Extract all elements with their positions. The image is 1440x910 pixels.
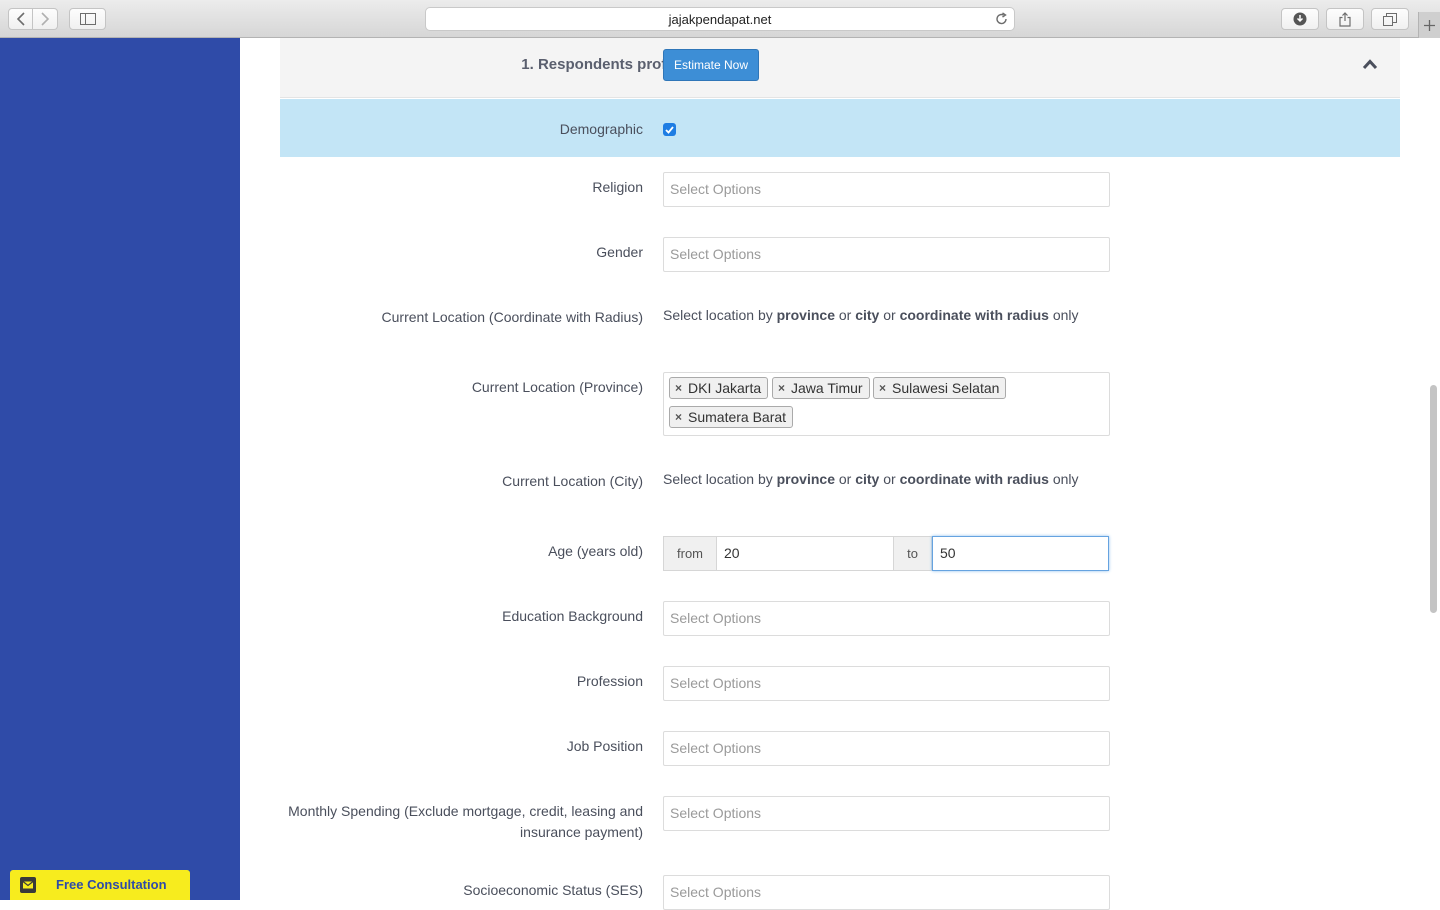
city-label: Current Location (City) [502, 473, 643, 489]
hint-or: or [834, 307, 856, 323]
download-icon [1293, 12, 1307, 26]
education-placeholder: Select Options [670, 610, 762, 626]
profession-select[interactable]: Select Options [663, 666, 1110, 701]
ses-label: Socioeconomic Status (SES) [463, 882, 643, 898]
hint-city: city [855, 471, 880, 487]
profession-label: Profession [576, 673, 643, 689]
address-bar[interactable]: jajakpendapat.net [425, 7, 1015, 31]
tag-sumatera-barat[interactable]: × Sumatera Barat [669, 406, 794, 428]
hint-coordinate: coordinate with radius [899, 471, 1049, 487]
hint-or: or [879, 471, 900, 487]
spending-placeholder: Select Options [670, 805, 762, 821]
tag-label: Sumatera Barat [688, 409, 787, 425]
section-title: 1. Respondents profile [521, 56, 683, 73]
age-to-input[interactable]: 50 [932, 536, 1109, 571]
free-consultation-button[interactable]: Free Consultation [10, 870, 190, 900]
demographic-label: Demographic [559, 121, 643, 137]
envelope-icon [20, 877, 36, 893]
job-position-label: Job Position [566, 738, 643, 754]
reload-icon[interactable] [995, 12, 1008, 26]
back-button[interactable] [8, 8, 33, 30]
province-label: Current Location (Province) [471, 379, 643, 395]
forward-button[interactable] [33, 8, 58, 30]
tag-remove-icon[interactable]: × [675, 378, 682, 398]
hint-or: or [834, 471, 856, 487]
new-tab-button[interactable] [1418, 12, 1440, 38]
tag-label: DKI Jakarta [688, 380, 762, 396]
tab-overview-button[interactable] [1371, 8, 1409, 30]
section-header [280, 38, 1400, 98]
hint-only: only [1048, 471, 1079, 487]
hint-province: province [776, 471, 835, 487]
age-from-addon: from [663, 536, 717, 571]
tag-remove-icon[interactable]: × [778, 378, 785, 398]
tabs-icon [1383, 12, 1397, 26]
age-from-input[interactable]: 20 [716, 536, 894, 571]
page-scrollbar[interactable] [1430, 385, 1437, 613]
education-select[interactable]: Select Options [663, 601, 1110, 636]
gender-label: Gender [596, 244, 643, 260]
downloads-button[interactable] [1281, 8, 1319, 30]
hint-coordinate: coordinate with radius [899, 307, 1049, 323]
gender-placeholder: Select Options [670, 246, 762, 262]
religion-placeholder: Select Options [670, 181, 762, 197]
chevron-left-icon [16, 12, 25, 26]
city-hint: Select location by province or city or c… [663, 471, 1079, 487]
url-text: jajakpendapat.net [668, 12, 772, 27]
hint-province: province [776, 307, 835, 323]
sidebar-toggle-button[interactable] [69, 8, 106, 30]
ses-placeholder: Select Options [670, 884, 762, 900]
coordinate-label: Current Location (Coordinate with Radius… [381, 309, 643, 325]
ses-select[interactable]: Select Options [663, 875, 1110, 910]
job-position-placeholder: Select Options [670, 740, 762, 756]
tag-remove-icon[interactable]: × [675, 407, 682, 427]
demographic-checkbox[interactable] [663, 123, 676, 136]
province-multiselect[interactable]: × DKI Jakarta × Jawa Timur × Sulawesi Selat… [663, 372, 1110, 436]
job-position-select[interactable]: Select Options [663, 731, 1110, 766]
hint-only: only [1048, 307, 1079, 323]
hint-city: city [855, 307, 880, 323]
sidebar-icon [79, 13, 96, 25]
age-to-addon: to [893, 536, 932, 571]
left-sidebar [0, 38, 240, 900]
tag-jawa-timur[interactable]: × Jawa Timur [772, 377, 870, 399]
tag-remove-icon[interactable]: × [879, 378, 886, 398]
form-card [280, 38, 1400, 900]
demographic-row [280, 99, 1400, 157]
hint-text: Select location by [663, 307, 777, 323]
spending-label: Monthly Spending (Exclude mortgage, cred… [288, 801, 643, 843]
education-label: Education Background [502, 608, 643, 624]
free-consultation-label: Free Consultation [56, 877, 167, 892]
tag-label: Sulawesi Selatan [892, 380, 1000, 396]
estimate-now-button[interactable]: Estimate Now [663, 49, 759, 81]
share-button[interactable] [1326, 8, 1364, 30]
profession-placeholder: Select Options [670, 675, 762, 691]
spending-label-line2: insurance payment) [520, 824, 643, 840]
plus-icon [1424, 19, 1435, 31]
tag-label: Jawa Timur [791, 380, 863, 396]
spending-label-line1: Monthly Spending (Exclude mortgage, cred… [288, 803, 643, 819]
browser-toolbar: jajakpendapat.net [0, 0, 1440, 38]
coordinate-hint: Select location by province or city or c… [663, 307, 1079, 323]
tag-sulawesi-selatan[interactable]: × Sulawesi Selatan [873, 377, 1007, 399]
gender-select[interactable]: Select Options [663, 237, 1110, 272]
chevron-up-icon[interactable] [1362, 58, 1378, 70]
religion-select[interactable]: Select Options [663, 172, 1110, 207]
spending-select[interactable]: Select Options [663, 796, 1110, 831]
hint-or: or [879, 307, 900, 323]
religion-label: Religion [592, 179, 643, 195]
age-label: Age (years old) [548, 543, 643, 559]
tag-dki-jakarta[interactable]: × DKI Jakarta [669, 377, 769, 399]
hint-text: Select location by [663, 471, 777, 487]
chevron-right-icon [41, 12, 50, 26]
share-icon [1339, 11, 1351, 27]
checkmark-icon [665, 125, 674, 134]
